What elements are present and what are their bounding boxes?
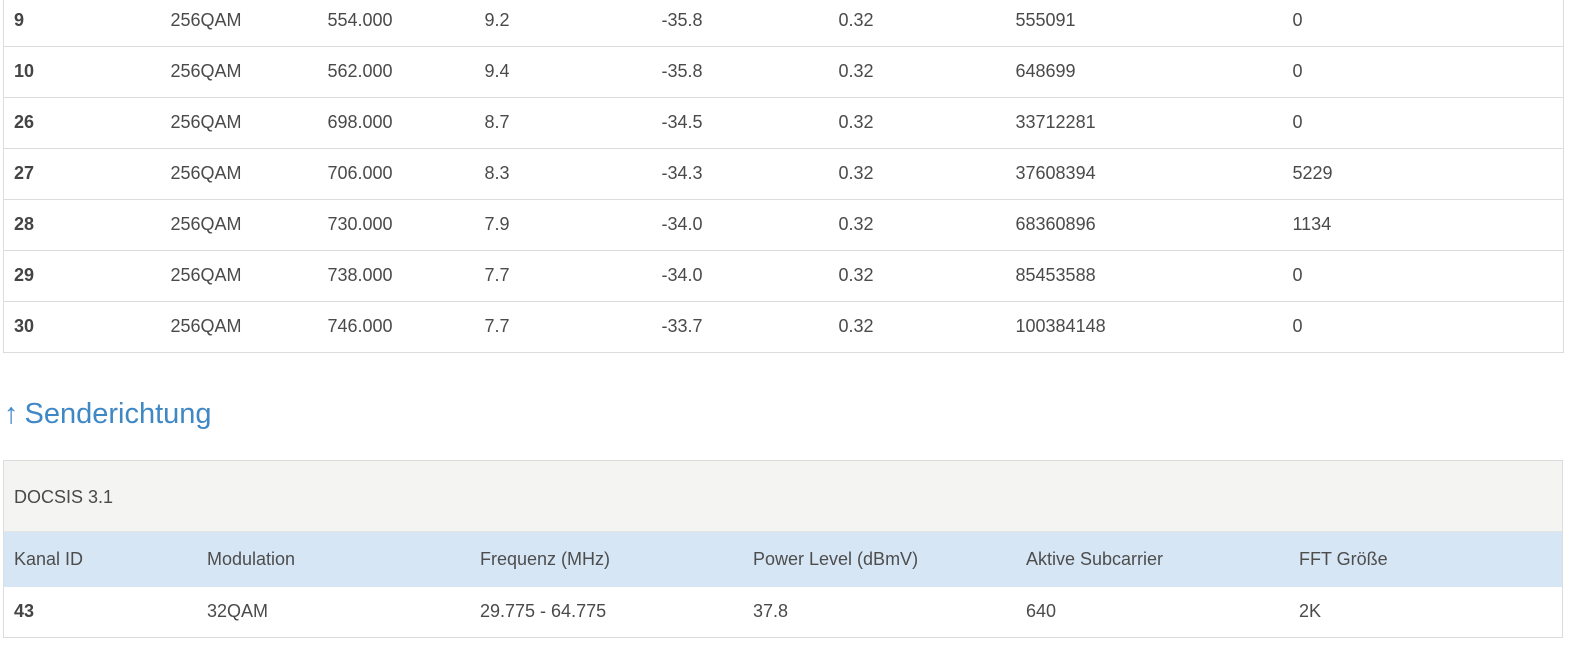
modulation-cell: 256QAM [170, 316, 242, 336]
corrected-errors-cell: 85453588 [1015, 265, 1096, 285]
channel-id-cell: 30 [14, 316, 35, 336]
power-level-cell: -35.8 [661, 61, 703, 81]
latency-cell: 0.32 [838, 316, 874, 336]
mer-cell: 7.7 [484, 316, 510, 336]
upstream-section-heading: ↑ Senderichtung [4, 394, 212, 434]
mer-cell: 8.3 [484, 163, 510, 183]
table-row: 43 32QAM 29.775 - 64.775 37.8 640 2K [4, 587, 1562, 636]
power-level-cell: -34.0 [661, 214, 703, 234]
mer-cell: 9.2 [484, 9, 510, 30]
channel-id-cell: 9 [14, 9, 25, 30]
mer-cell: 7.9 [484, 214, 510, 234]
uncorrectable-errors-cell: 0 [1292, 265, 1303, 285]
table-row: 26 256QAM 698.000 8.7 -34.5 0.32 3371228… [3, 97, 1564, 148]
channel-id-cell: 10 [14, 61, 35, 81]
frequency-cell: 738.000 [327, 265, 393, 285]
uncorrectable-errors-cell: 5229 [1292, 163, 1333, 183]
channel-id-cell: 26 [14, 112, 35, 132]
channel-id-cell: 28 [14, 214, 35, 234]
active-subcarrier-cell: 640 [1026, 601, 1057, 621]
table-header-row: Kanal ID Modulation Frequenz (MHz) Power… [4, 532, 1562, 587]
header-active-subcarrier: Aktive Subcarrier [1026, 549, 1164, 569]
modulation-cell: 32QAM [207, 601, 269, 621]
power-level-cell: -35.8 [661, 9, 703, 30]
uncorrectable-errors-cell: 0 [1292, 112, 1303, 132]
modulation-cell: 256QAM [170, 265, 242, 285]
frequency-cell: 706.000 [327, 163, 393, 183]
table-row: 29 256QAM 738.000 7.7 -34.0 0.32 8545358… [3, 250, 1564, 301]
power-level-cell: -34.3 [661, 163, 703, 183]
uncorrectable-errors-cell: 0 [1292, 9, 1303, 30]
frequency-cell: 562.000 [327, 61, 393, 81]
table-row: 27 256QAM 706.000 8.3 -34.3 0.32 3760839… [3, 148, 1564, 199]
arrow-up-icon: ↑ [4, 398, 19, 430]
frequency-cell: 29.775 - 64.775 [480, 601, 607, 621]
downstream-channel-table: 9 256QAM 554.000 9.2 -35.8 0.32 555091 0… [3, 0, 1564, 353]
uncorrectable-errors-cell: 0 [1292, 316, 1303, 336]
corrected-errors-cell: 33712281 [1015, 112, 1096, 132]
latency-cell: 0.32 [838, 112, 874, 132]
channel-id-cell: 29 [14, 265, 35, 285]
frequency-cell: 698.000 [327, 112, 393, 132]
header-channel-id: Kanal ID [14, 549, 84, 569]
latency-cell: 0.32 [838, 163, 874, 183]
modulation-cell: 256QAM [170, 163, 242, 183]
latency-cell: 0.32 [838, 9, 874, 30]
table-row: 30 256QAM 746.000 7.7 -33.7 0.32 1003841… [3, 301, 1564, 352]
corrected-errors-cell: 68360896 [1015, 214, 1096, 234]
channel-id-cell: 27 [14, 163, 35, 183]
modulation-cell: 256QAM [170, 214, 242, 234]
power-level-cell: 37.8 [753, 601, 789, 621]
upstream-channel-panel: DOCSIS 3.1 Kanal ID Modulation Frequenz … [3, 460, 1563, 638]
corrected-errors-cell: 37608394 [1015, 163, 1096, 183]
latency-cell: 0.32 [838, 265, 874, 285]
frequency-cell: 746.000 [327, 316, 393, 336]
modulation-cell: 256QAM [170, 9, 242, 30]
header-frequency: Frequenz (MHz) [480, 549, 611, 569]
latency-cell: 0.32 [838, 61, 874, 81]
upstream-heading-text: Senderichtung [24, 398, 212, 430]
upstream-channel-table: Kanal ID Modulation Frequenz (MHz) Power… [4, 532, 1562, 636]
uncorrectable-errors-cell: 1134 [1292, 214, 1332, 234]
docsis-info-page: 9 256QAM 554.000 9.2 -35.8 0.32 555091 0… [0, 0, 1585, 656]
power-level-cell: -34.0 [661, 265, 703, 285]
corrected-errors-cell: 100384148 [1015, 316, 1106, 336]
mer-cell: 8.7 [484, 112, 510, 132]
fft-size-cell: 2K [1299, 601, 1322, 621]
latency-cell: 0.32 [838, 214, 874, 234]
corrected-errors-cell: 555091 [1015, 9, 1076, 30]
mer-cell: 9.4 [484, 61, 510, 81]
power-level-cell: -33.7 [661, 316, 703, 336]
header-fft-size: FFT Größe [1299, 549, 1388, 569]
frequency-cell: 554.000 [327, 9, 393, 30]
table-row: 9 256QAM 554.000 9.2 -35.8 0.32 555091 0 [3, 0, 1564, 46]
mer-cell: 7.7 [484, 265, 510, 285]
corrected-errors-cell: 648699 [1015, 61, 1076, 81]
docsis-version-caption: DOCSIS 3.1 [4, 461, 1562, 532]
frequency-cell: 730.000 [327, 214, 393, 234]
table-row: 28 256QAM 730.000 7.9 -34.0 0.32 6836089… [3, 199, 1564, 250]
header-power-level: Power Level (dBmV) [753, 549, 919, 569]
uncorrectable-errors-cell: 0 [1292, 61, 1303, 81]
modulation-cell: 256QAM [170, 61, 242, 81]
modulation-cell: 256QAM [170, 112, 242, 132]
channel-id-cell: 43 [14, 601, 35, 621]
header-modulation: Modulation [207, 549, 296, 569]
power-level-cell: -34.5 [661, 112, 703, 132]
table-row: 10 256QAM 562.000 9.4 -35.8 0.32 648699 … [3, 46, 1564, 97]
